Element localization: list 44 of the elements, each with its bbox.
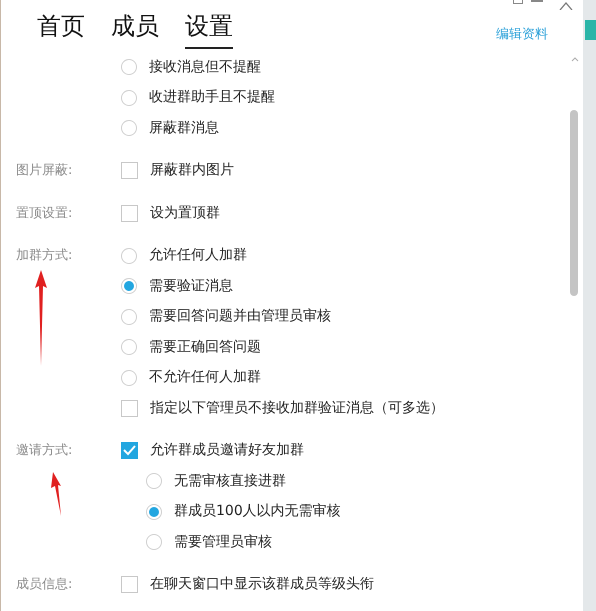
radio-button[interactable] xyxy=(121,339,137,356)
radio-button[interactable] xyxy=(121,248,137,264)
minimize-icon[interactable] xyxy=(531,0,543,2)
option-label: 屏蔽群内图片 xyxy=(150,161,234,180)
radio-button[interactable] xyxy=(121,308,137,325)
setting-label: 邀请方式: xyxy=(16,442,72,460)
scrollbar-thumb[interactable] xyxy=(570,110,578,296)
tab[interactable]: 成员 xyxy=(111,11,159,49)
radio-button[interactable] xyxy=(146,473,162,490)
option-label: 设为置顶群 xyxy=(150,204,220,223)
option-label: 在聊天窗口中显示该群成员等级头衔 xyxy=(150,575,374,594)
option-label: 屏蔽群消息 xyxy=(149,118,219,138)
checkbox[interactable] xyxy=(121,204,138,222)
radio-button[interactable] xyxy=(121,278,137,294)
setting-label: 加群方式: xyxy=(16,247,72,265)
radio-button[interactable] xyxy=(121,59,137,76)
checkbox[interactable] xyxy=(121,442,138,460)
option-label: 需要回答问题并由管理员审核 xyxy=(149,307,331,326)
setting-label: 图片屏蔽: xyxy=(16,162,72,180)
radio-button[interactable] xyxy=(146,534,162,550)
radio-button[interactable] xyxy=(121,90,137,106)
checkbox[interactable] xyxy=(121,576,138,594)
option-label: 允许群成员邀请好友加群 xyxy=(150,441,304,460)
side-button[interactable] xyxy=(585,20,596,40)
checkbox[interactable] xyxy=(121,162,138,180)
option-label: 指定以下管理员不接收加群验证消息（可多选） xyxy=(150,398,444,418)
option-label: 需要正确回答问题 xyxy=(149,338,261,357)
radio-button[interactable] xyxy=(121,370,137,386)
scroll-up-icon[interactable] xyxy=(571,56,579,62)
option-label: 无需审核直接进群 xyxy=(174,472,286,491)
option-label: 不允许任何人加群 xyxy=(149,368,261,388)
tab[interactable]: 首页 xyxy=(37,11,85,49)
option-label: 需要管理员审核 xyxy=(174,532,272,552)
radio-button[interactable] xyxy=(121,120,137,136)
checkbox[interactable] xyxy=(121,400,138,417)
radio-button[interactable] xyxy=(146,504,162,520)
option-label: 接收消息但不提醒 xyxy=(149,58,261,77)
option-label: 需要验证消息 xyxy=(149,276,233,296)
option-label: 允许任何人加群 xyxy=(149,246,247,266)
setting-label: 成员信息: xyxy=(16,576,72,594)
option-label: 收进群助手且不提醒 xyxy=(149,88,275,108)
option-label: 群成员100人以内无需审核 xyxy=(174,502,341,522)
setting-label: 置顶设置: xyxy=(16,204,72,222)
tab[interactable]: 设置 xyxy=(185,11,233,49)
